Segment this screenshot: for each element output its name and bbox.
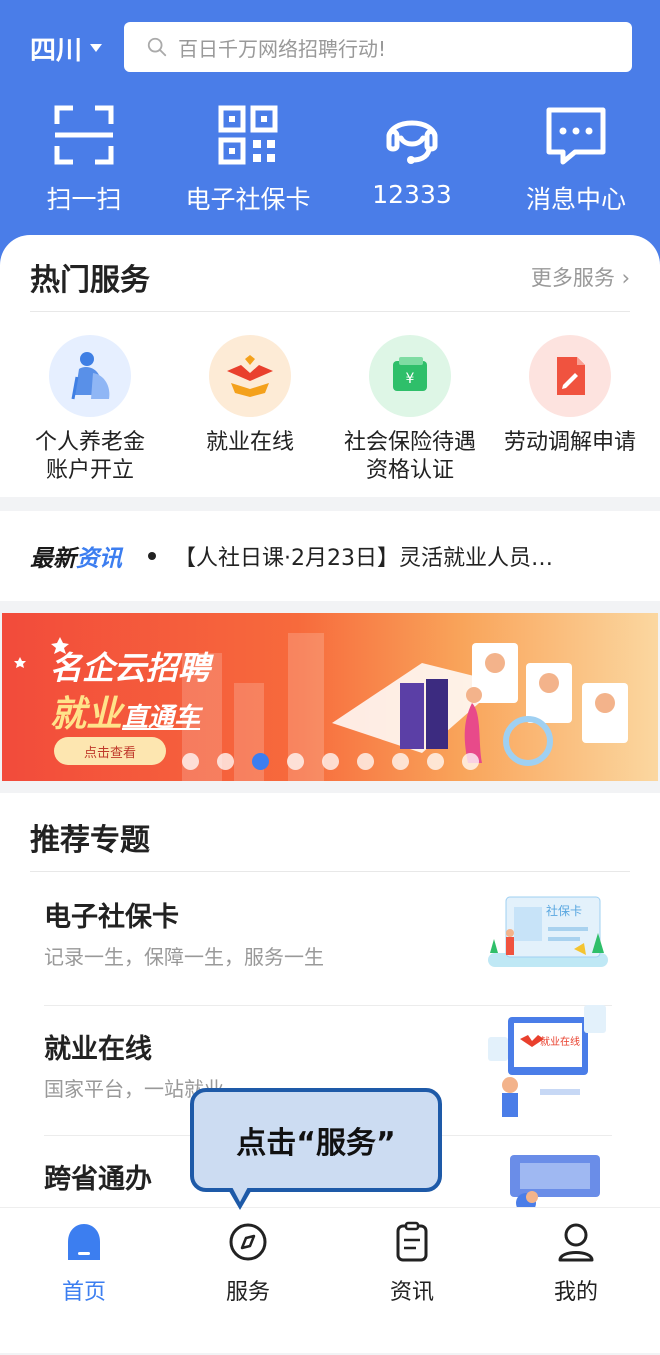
banner-subheadline-part1: 就业 — [50, 694, 123, 735]
quick-actions: 扫一扫 电子社保卡 12333 消息中心 — [0, 100, 660, 220]
quick-action-label: 12333 — [372, 180, 452, 209]
news-icon — [396, 1221, 428, 1262]
tab-news[interactable]: 资讯 — [330, 1220, 494, 1306]
service-employment-online[interactable]: 就业在线 — [168, 335, 332, 457]
carousel-dot[interactable] — [182, 753, 199, 770]
carousel-dot[interactable] — [462, 753, 479, 770]
caret-down-icon — [90, 44, 103, 52]
home-icon — [68, 1224, 100, 1260]
carousel-dot[interactable] — [322, 753, 339, 770]
tooltip-tail-inner — [231, 1185, 249, 1202]
carousel-dot[interactable] — [427, 753, 444, 770]
tooltip-callout: 点击“服务” — [190, 1088, 442, 1192]
tab-label: 资讯 — [389, 1280, 434, 1305]
banner-cta-button[interactable]: 点击查看 — [54, 737, 166, 765]
social-card-thumbnail: 社保卡 — [488, 896, 608, 967]
tab-label: 首页 — [61, 1280, 106, 1305]
news-tag-part2: 资讯 — [76, 546, 122, 572]
quick-action-label: 消息中心 — [525, 185, 626, 214]
service-label: 个人养老金 — [34, 430, 145, 455]
wallet-icon: ¥ — [393, 357, 427, 391]
service-label: 劳动调解申请 — [503, 430, 636, 455]
scan-icon — [54, 105, 114, 165]
employment-online-thumbnail: 就业在线 — [488, 1005, 606, 1117]
quick-action-label: 电子社保卡 — [185, 185, 311, 214]
tab-label: 服务 — [225, 1280, 270, 1305]
hot-services-title: 热门服务 — [30, 263, 150, 298]
more-services-link[interactable]: 更多服务 › — [531, 262, 630, 292]
elderly-icon — [71, 352, 110, 400]
banner-subheadline-part2: 直通车 — [122, 703, 201, 733]
service-icon-bg: ¥ — [369, 335, 451, 417]
carousel-dot[interactable] — [217, 753, 234, 770]
topic-item-social-card[interactable]: 电子社保卡 记录一生，保障一生，服务一生 社保卡 — [44, 873, 612, 1005]
divider — [30, 311, 630, 312]
carousel-dot[interactable] — [287, 753, 304, 770]
service-label: 账户开立 — [45, 458, 134, 483]
tab-home[interactable]: 首页 — [2, 1220, 166, 1306]
bullet-dot — [148, 552, 156, 560]
topic-name: 就业在线 — [44, 1034, 152, 1065]
banner-headline: 名企云招聘 — [50, 649, 211, 687]
service-label: 资格认证 — [365, 458, 454, 483]
qr-code-icon — [218, 105, 278, 165]
carousel-dot[interactable] — [392, 753, 409, 770]
search-icon — [147, 37, 167, 57]
news-tag-part1: 最新 — [30, 546, 76, 572]
header: 四川 百日千万网络招聘行动! 扫一扫 电子社保卡 12333 消息中心 — [0, 0, 660, 270]
employment-logo-icon — [227, 355, 273, 397]
tab-services[interactable]: 服务 — [166, 1220, 330, 1306]
hot-services-card: 热门服务 更多服务 › 个人养老金 账户开立 就业在线 ¥ 社会保险待遇 资格认… — [0, 235, 660, 497]
topic-desc: 记录一生，保障一生，服务一生 — [44, 945, 324, 969]
topic-name: 电子社保卡 — [44, 902, 179, 933]
service-labor-mediation[interactable]: 劳动调解申请 — [488, 335, 652, 457]
service-label: 社会保险待遇 — [343, 430, 476, 455]
service-icon-bg — [529, 335, 611, 417]
message-icon — [546, 107, 606, 165]
quick-action-messages[interactable]: 消息中心 — [494, 100, 658, 216]
headset-icon — [386, 120, 438, 164]
banner-subheadline: 就业直通车 — [50, 685, 200, 737]
service-icon-bg — [209, 335, 291, 417]
service-insurance-certification[interactable]: ¥ 社会保险待遇 资格认证 — [328, 335, 492, 485]
region-label: 四川 — [30, 35, 83, 66]
quick-action-hotline[interactable]: 12333 — [330, 100, 494, 209]
bottom-tab-bar: 首页 服务 资讯 我的 — [0, 1208, 660, 1320]
service-icon-bg — [49, 335, 131, 417]
compass-icon — [229, 1223, 267, 1261]
thumb-text: 就业在线 — [540, 1035, 580, 1048]
thumb-text: 社保卡 — [546, 903, 582, 918]
quick-action-social-card[interactable]: 电子社保卡 — [166, 100, 330, 216]
carousel-dot-active[interactable] — [252, 753, 269, 770]
quick-action-label: 扫一扫 — [46, 185, 122, 214]
divider — [30, 871, 630, 872]
tab-profile[interactable]: 我的 — [494, 1220, 658, 1306]
quick-action-scan[interactable]: 扫一扫 — [2, 100, 166, 216]
topics-title: 推荐专题 — [30, 823, 150, 858]
svg-text:¥: ¥ — [406, 371, 415, 387]
search-bar[interactable]: 百日千万网络招聘行动! — [124, 22, 632, 72]
profile-icon — [558, 1223, 594, 1262]
document-icon — [557, 357, 585, 395]
carousel-dot[interactable] — [357, 753, 374, 770]
news-ticker[interactable]: 最新资讯 【人社日课·2月23日】灵活就业人员… — [0, 511, 660, 601]
news-headline[interactable]: 【人社日课·2月23日】灵活就业人员… — [174, 540, 614, 572]
news-tag: 最新资讯 — [30, 539, 122, 573]
service-pension-account[interactable]: 个人养老金 账户开立 — [8, 335, 172, 485]
search-placeholder: 百日千万网络招聘行动! — [178, 36, 387, 61]
carousel-indicator — [182, 753, 497, 770]
service-label: 就业在线 — [205, 430, 294, 455]
tab-label: 我的 — [553, 1280, 598, 1305]
promo-banner[interactable]: 名企云招聘 就业直通车 点击查看 — [2, 613, 658, 781]
topic-name: 跨省通办 — [44, 1164, 152, 1195]
region-selector[interactable]: 四川 — [30, 30, 103, 66]
